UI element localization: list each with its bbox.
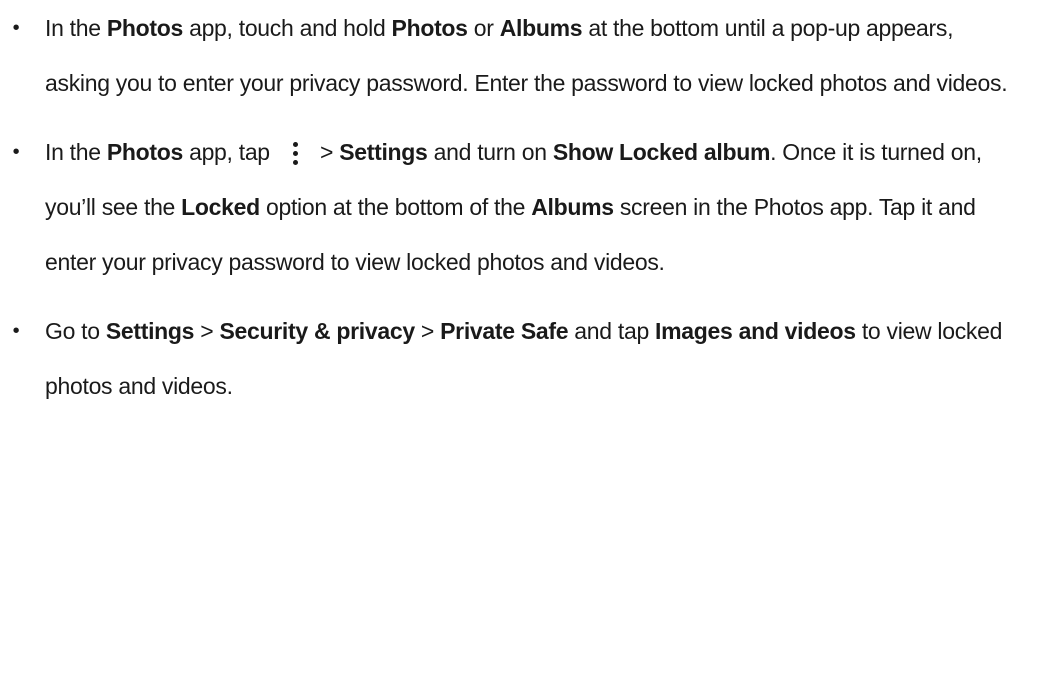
list-item-text: Go to Settings > Security & privacy > Pr… (45, 318, 1002, 399)
bold-term: Photos (106, 139, 183, 165)
list-item: • In the Photos app, touch and hold Phot… (0, 1, 1051, 111)
text-run: and tap (568, 318, 656, 344)
instruction-list: • In the Photos app, touch and hold Phot… (0, 0, 1051, 414)
text-run: option at the bottom of the (259, 194, 532, 220)
bold-term: Photos (391, 15, 468, 41)
bullet-icon: • (12, 320, 20, 342)
bold-term: Albums (499, 15, 583, 41)
bold-term: Settings (339, 139, 428, 165)
text-run: > (194, 318, 220, 344)
bullet-icon: • (12, 17, 20, 39)
list-item: • In the Photos app, tap > Settings and … (0, 125, 1051, 290)
text-run: app, touch and hold (182, 15, 392, 41)
text-run: app, tap (182, 139, 276, 165)
bold-term: Photos (106, 15, 183, 41)
bullet-icon: • (12, 141, 20, 163)
text-run: In the (45, 139, 107, 165)
bold-term: Security & privacy (219, 318, 416, 344)
bold-term: Private Safe (440, 318, 569, 344)
text-run: In the (45, 15, 107, 41)
text-run: > (313, 139, 340, 165)
text-run: and turn on (427, 139, 553, 165)
list-item: • Go to Settings > Security & privacy > … (0, 304, 1051, 414)
bold-term: Locked (181, 194, 260, 220)
bold-term: Images and videos (655, 318, 856, 344)
list-item-text: In the Photos app, tap > Settings and tu… (45, 139, 982, 275)
list-item-text: In the Photos app, touch and hold Photos… (45, 15, 1008, 96)
bold-term: Show Locked album (552, 139, 771, 165)
bold-term: Settings (105, 318, 195, 344)
bold-term: Albums (531, 194, 614, 220)
more-vertical-icon (278, 141, 312, 167)
text-run: > (414, 318, 441, 344)
text-run: Go to (45, 318, 106, 344)
text-run: or (467, 15, 500, 41)
